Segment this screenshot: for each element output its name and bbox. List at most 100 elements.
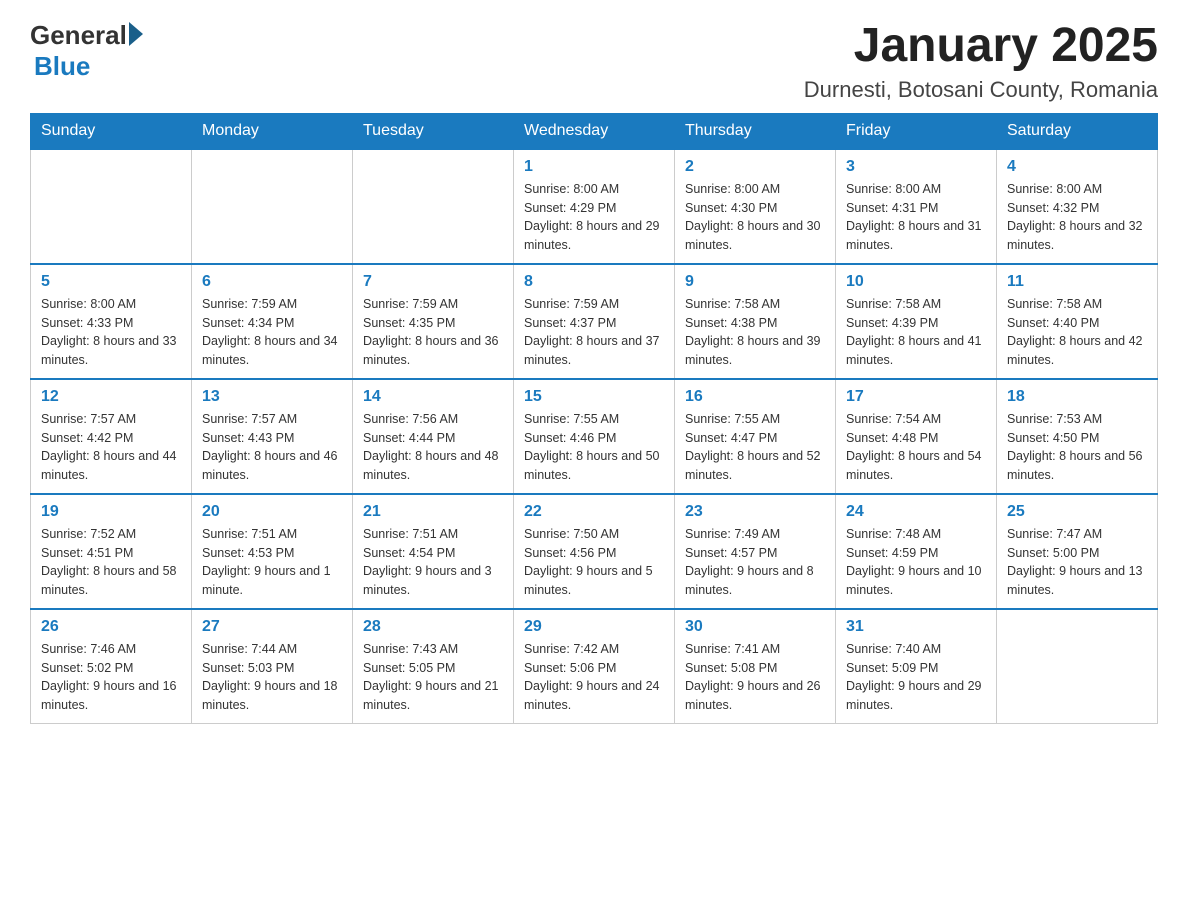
calendar-cell: 10 Sunrise: 7:58 AM Sunset: 4:39 PM Dayli…: [836, 264, 997, 379]
day-number: 27: [202, 618, 342, 636]
day-info: Sunrise: 8:00 AM Sunset: 4:29 PM Dayligh…: [524, 180, 664, 255]
weekday-header: Saturday: [997, 113, 1158, 149]
day-number: 6: [202, 273, 342, 291]
day-number: 15: [524, 388, 664, 406]
day-number: 19: [41, 503, 181, 521]
calendar-cell: 16 Sunrise: 7:55 AM Sunset: 4:47 PM Dayli…: [675, 379, 836, 494]
calendar-week-row: 19Sunrise: 7:52 AM Sunset: 4:51 PM Dayli…: [31, 494, 1158, 609]
calendar-cell: 8 Sunrise: 7:59 AM Sunset: 4:37 PM Daylig…: [514, 264, 675, 379]
day-info: Sunrise: 7:53 AM Sunset: 4:50 PM Dayligh…: [1007, 410, 1147, 485]
day-info: Sunrise: 7:41 AM Sunset: 5:08 PM Dayligh…: [685, 640, 825, 715]
day-number: 25: [1007, 503, 1147, 521]
day-info: Sunrise: 8:00 AM Sunset: 4:30 PM Dayligh…: [685, 180, 825, 255]
calendar-cell: 6Sunrise: 7:59 AM Sunset: 4:34 PM Daylig…: [192, 264, 353, 379]
calendar-cell: 31Sunrise: 7:40 AM Sunset: 5:09 PM Dayli…: [836, 609, 997, 724]
day-info: Sunrise: 8:00 AM Sunset: 4:32 PM Dayligh…: [1007, 180, 1147, 255]
calendar-cell: 13 Sunrise: 7:57 AM Sunset: 4:43 PM Dayli…: [192, 379, 353, 494]
day-info: Sunrise: 7:46 AM Sunset: 5:02 PM Dayligh…: [41, 640, 181, 715]
day-info: Sunrise: 7:59 AM Sunset: 4:37 PM Dayligh…: [524, 295, 664, 370]
calendar-cell: 12 Sunrise: 7:57 AM Sunset: 4:42 PM Dayli…: [31, 379, 192, 494]
day-info: Sunrise: 7:58 AM Sunset: 4:40 PM Dayligh…: [1007, 295, 1147, 370]
calendar-cell: [997, 609, 1158, 724]
calendar-title: January 2025: [804, 20, 1158, 73]
day-info: Sunrise: 7:42 AM Sunset: 5:06 PM Dayligh…: [524, 640, 664, 715]
calendar-cell: [353, 149, 514, 264]
calendar-cell: 29Sunrise: 7:42 AM Sunset: 5:06 PM Dayli…: [514, 609, 675, 724]
day-number: 30: [685, 618, 825, 636]
logo-blue-text: Blue: [34, 51, 90, 81]
calendar-cell: 14 Sunrise: 7:56 AM Sunset: 4:44 PM Dayli…: [353, 379, 514, 494]
day-number: 11: [1007, 273, 1147, 291]
day-number: 24: [846, 503, 986, 521]
day-number: 16: [685, 388, 825, 406]
day-info: Sunrise: 7:56 AM Sunset: 4:44 PM Dayligh…: [363, 410, 503, 485]
day-number: 17: [846, 388, 986, 406]
calendar-cell: 5 Sunrise: 8:00 AM Sunset: 4:33 PM Daylig…: [31, 264, 192, 379]
day-info: Sunrise: 7:47 AM Sunset: 5:00 PM Dayligh…: [1007, 525, 1147, 600]
title-block: January 2025 Durnesti, Botosani County, …: [804, 20, 1158, 103]
day-info: Sunrise: 7:49 AM Sunset: 4:57 PM Dayligh…: [685, 525, 825, 600]
calendar-cell: 30 Sunrise: 7:41 AM Sunset: 5:08 PM Dayli…: [675, 609, 836, 724]
day-info: Sunrise: 7:40 AM Sunset: 5:09 PM Dayligh…: [846, 640, 986, 715]
day-number: 5: [41, 273, 181, 291]
day-number: 8: [524, 273, 664, 291]
calendar-subtitle: Durnesti, Botosani County, Romania: [804, 77, 1158, 103]
day-info: Sunrise: 7:51 AM Sunset: 4:54 PM Dayligh…: [363, 525, 503, 600]
logo-arrow-icon: [129, 22, 143, 46]
day-number: 28: [363, 618, 503, 636]
day-info: Sunrise: 8:00 AM Sunset: 4:31 PM Dayligh…: [846, 180, 986, 255]
calendar-cell: 27 Sunrise: 7:44 AM Sunset: 5:03 PM Dayli…: [192, 609, 353, 724]
day-info: Sunrise: 7:54 AM Sunset: 4:48 PM Dayligh…: [846, 410, 986, 485]
day-number: 1: [524, 158, 664, 176]
logo: General Blue: [30, 20, 143, 82]
calendar-cell: 15Sunrise: 7:55 AM Sunset: 4:46 PM Dayli…: [514, 379, 675, 494]
calendar-cell: 20Sunrise: 7:51 AM Sunset: 4:53 PM Dayli…: [192, 494, 353, 609]
day-info: Sunrise: 7:48 AM Sunset: 4:59 PM Dayligh…: [846, 525, 986, 600]
calendar-week-row: 5 Sunrise: 8:00 AM Sunset: 4:33 PM Daylig…: [31, 264, 1158, 379]
weekday-header: Monday: [192, 113, 353, 149]
calendar-cell: 3 Sunrise: 8:00 AM Sunset: 4:31 PM Daylig…: [836, 149, 997, 264]
calendar-cell: 4Sunrise: 8:00 AM Sunset: 4:32 PM Daylig…: [997, 149, 1158, 264]
calendar-cell: 24 Sunrise: 7:48 AM Sunset: 4:59 PM Dayli…: [836, 494, 997, 609]
day-number: 7: [363, 273, 503, 291]
day-info: Sunrise: 8:00 AM Sunset: 4:33 PM Dayligh…: [41, 295, 181, 370]
calendar-cell: 9 Sunrise: 7:58 AM Sunset: 4:38 PM Daylig…: [675, 264, 836, 379]
page-header: General Blue January 2025 Durnesti, Boto…: [30, 20, 1158, 103]
day-info: Sunrise: 7:43 AM Sunset: 5:05 PM Dayligh…: [363, 640, 503, 715]
day-info: Sunrise: 7:44 AM Sunset: 5:03 PM Dayligh…: [202, 640, 342, 715]
day-number: 26: [41, 618, 181, 636]
day-info: Sunrise: 7:57 AM Sunset: 4:42 PM Dayligh…: [41, 410, 181, 485]
weekday-header: Wednesday: [514, 113, 675, 149]
day-number: 3: [846, 158, 986, 176]
day-number: 2: [685, 158, 825, 176]
day-number: 21: [363, 503, 503, 521]
weekday-header: Thursday: [675, 113, 836, 149]
day-number: 12: [41, 388, 181, 406]
calendar-cell: 22Sunrise: 7:50 AM Sunset: 4:56 PM Dayli…: [514, 494, 675, 609]
weekday-header: Tuesday: [353, 113, 514, 149]
calendar-cell: 25 Sunrise: 7:47 AM Sunset: 5:00 PM Dayli…: [997, 494, 1158, 609]
weekday-header: Sunday: [31, 113, 192, 149]
day-info: Sunrise: 7:55 AM Sunset: 4:47 PM Dayligh…: [685, 410, 825, 485]
day-number: 10: [846, 273, 986, 291]
calendar-cell: 7 Sunrise: 7:59 AM Sunset: 4:35 PM Daylig…: [353, 264, 514, 379]
day-info: Sunrise: 7:57 AM Sunset: 4:43 PM Dayligh…: [202, 410, 342, 485]
calendar-cell: 23 Sunrise: 7:49 AM Sunset: 4:57 PM Dayli…: [675, 494, 836, 609]
day-number: 13: [202, 388, 342, 406]
calendar-week-row: 1 Sunrise: 8:00 AM Sunset: 4:29 PM Daylig…: [31, 149, 1158, 264]
day-number: 9: [685, 273, 825, 291]
day-number: 23: [685, 503, 825, 521]
day-number: 14: [363, 388, 503, 406]
day-info: Sunrise: 7:59 AM Sunset: 4:35 PM Dayligh…: [363, 295, 503, 370]
calendar-cell: 28 Sunrise: 7:43 AM Sunset: 5:05 PM Dayli…: [353, 609, 514, 724]
calendar-cell: 17 Sunrise: 7:54 AM Sunset: 4:48 PM Dayli…: [836, 379, 997, 494]
calendar-cell: 19Sunrise: 7:52 AM Sunset: 4:51 PM Dayli…: [31, 494, 192, 609]
day-info: Sunrise: 7:58 AM Sunset: 4:39 PM Dayligh…: [846, 295, 986, 370]
calendar-cell: 18Sunrise: 7:53 AM Sunset: 4:50 PM Dayli…: [997, 379, 1158, 494]
day-info: Sunrise: 7:58 AM Sunset: 4:38 PM Dayligh…: [685, 295, 825, 370]
calendar-table: SundayMondayTuesdayWednesdayThursdayFrid…: [30, 113, 1158, 724]
calendar-cell: 21 Sunrise: 7:51 AM Sunset: 4:54 PM Dayli…: [353, 494, 514, 609]
weekday-header: Friday: [836, 113, 997, 149]
day-info: Sunrise: 7:51 AM Sunset: 4:53 PM Dayligh…: [202, 525, 342, 600]
calendar-cell: 11 Sunrise: 7:58 AM Sunset: 4:40 PM Dayli…: [997, 264, 1158, 379]
